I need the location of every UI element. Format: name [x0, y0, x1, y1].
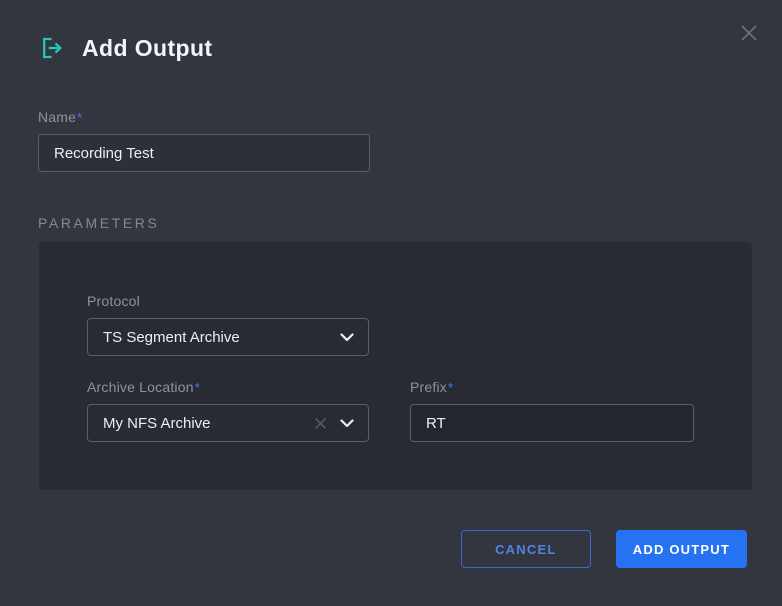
- archive-location-select[interactable]: My NFS Archive: [87, 404, 369, 442]
- prefix-field-group: Prefix*: [410, 379, 694, 442]
- name-label: Name*: [38, 109, 370, 126]
- chevron-down-icon: [340, 333, 354, 342]
- add-output-button[interactable]: ADD OUTPUT: [616, 530, 747, 568]
- add-output-dialog: Add Output Name* PARAMETERS Protocol TS …: [0, 0, 782, 606]
- dialog-header: Add Output: [38, 34, 212, 62]
- clear-icon[interactable]: [314, 417, 327, 430]
- name-label-text: Name: [38, 109, 76, 125]
- dialog-footer: CANCEL ADD OUTPUT: [461, 530, 747, 568]
- prefix-input[interactable]: [410, 404, 694, 442]
- protocol-label-text: Protocol: [87, 293, 140, 309]
- archive-location-label-text: Archive Location: [87, 379, 194, 395]
- protocol-field-group: Protocol TS Segment Archive: [87, 293, 369, 356]
- archive-location-field-group: Archive Location* My NFS Archive: [87, 379, 369, 442]
- archive-location-select-value: My NFS Archive: [103, 415, 314, 432]
- parameters-panel: Protocol TS Segment Archive Archive Loca…: [39, 242, 752, 490]
- output-icon: [38, 34, 65, 62]
- name-input[interactable]: [38, 134, 370, 172]
- protocol-label: Protocol: [87, 293, 369, 310]
- protocol-select-value: TS Segment Archive: [103, 329, 340, 346]
- panel-row: Archive Location* My NFS Archive: [87, 379, 704, 442]
- prefix-label: Prefix*: [410, 379, 694, 396]
- required-marker: *: [77, 110, 82, 125]
- protocol-select[interactable]: TS Segment Archive: [87, 318, 369, 356]
- name-field-group: Name*: [38, 109, 370, 172]
- cancel-button[interactable]: CANCEL: [461, 530, 591, 568]
- prefix-label-text: Prefix: [410, 379, 447, 395]
- chevron-down-icon: [340, 419, 354, 428]
- close-icon[interactable]: [736, 20, 762, 46]
- parameters-heading: PARAMETERS: [38, 215, 159, 231]
- archive-location-label: Archive Location*: [87, 379, 369, 396]
- required-marker: *: [195, 380, 200, 395]
- required-marker: *: [448, 380, 453, 395]
- dialog-title: Add Output: [82, 35, 212, 62]
